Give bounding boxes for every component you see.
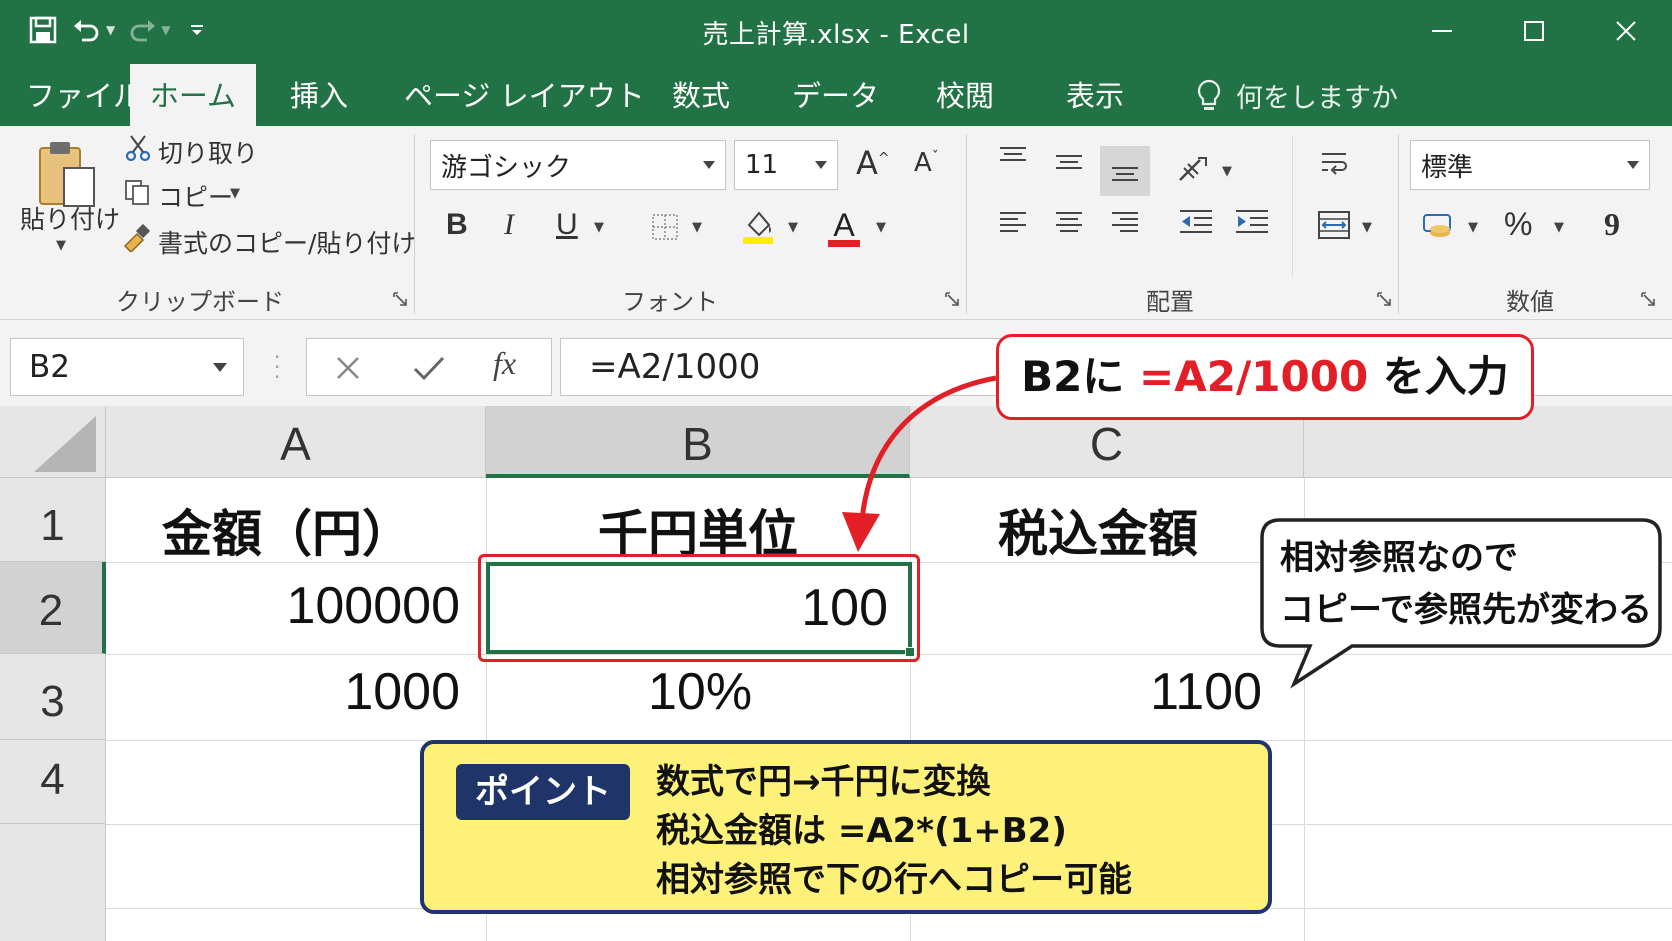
point-badge: ポイント xyxy=(456,764,630,820)
callout-suffix: を入力 xyxy=(1368,352,1509,401)
bubble-line-1: 相対参照なので xyxy=(1280,538,1518,578)
annotation-arrowhead xyxy=(842,512,880,552)
point-line-1: 数式で円→千円に変換 xyxy=(656,762,991,802)
input-callout: B2に =A2/1000 を入力 xyxy=(996,334,1534,420)
bubble-text: 相対参照なので コピーで参照先が変わる xyxy=(1280,532,1652,636)
annotation-arrow xyxy=(859,375,997,521)
point-box: ポイント 数式で円→千円に変換 税込金額は =A2*(1+B2) 相対参照で下の… xyxy=(420,740,1272,914)
callout-formula: =A2/1000 xyxy=(1139,352,1369,401)
point-line-2: 税込金額は =A2*(1+B2) xyxy=(656,811,1067,851)
callout-prefix: B2に xyxy=(1021,352,1140,401)
point-line-3: 相対参照で下の行へコピー可能 xyxy=(656,860,1132,900)
bubble-line-2: コピーで参照先が変わる xyxy=(1280,590,1652,630)
point-lines: 数式で円→千円に変換 税込金額は =A2*(1+B2) 相対参照で下の行へコピー… xyxy=(656,758,1132,905)
